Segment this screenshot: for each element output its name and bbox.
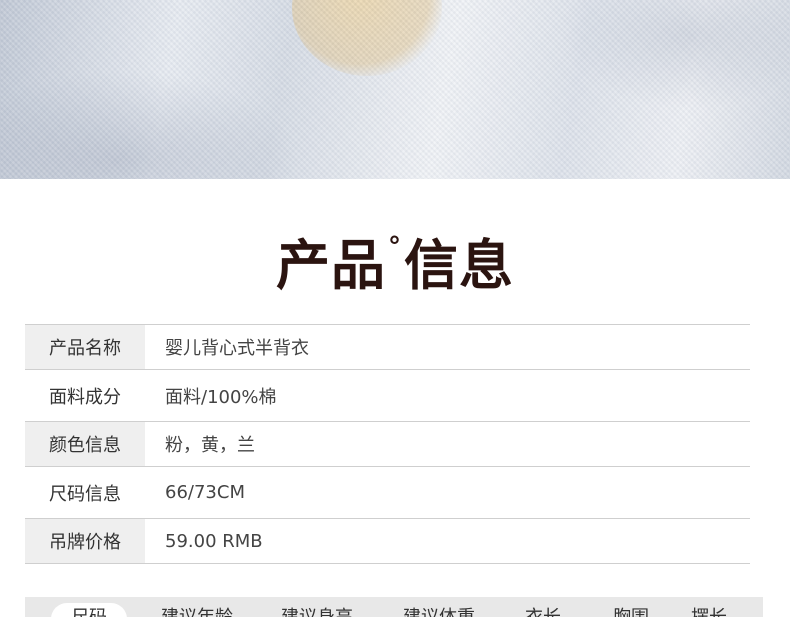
spec-label: 尺码信息 (25, 467, 145, 518)
section-title: 产品 ° 信息 (0, 228, 790, 308)
spec-row-name: 产品名称 婴儿背心式半背衣 (25, 325, 750, 370)
spec-row-fabric: 面料成分 面料/100%棉 (25, 370, 750, 422)
size-header-length: 衣长 (525, 603, 561, 617)
section-title-left: 产品 (276, 234, 386, 297)
spec-value: 59.00 RMB (165, 530, 263, 552)
size-header-chest: 胸围 (613, 603, 649, 617)
spec-value: 66/73CM (165, 482, 245, 503)
spec-label: 面料成分 (25, 370, 145, 421)
size-header-size: 尺码 (51, 603, 127, 617)
spec-label: 产品名称 (25, 325, 145, 369)
spec-label: 颜色信息 (25, 422, 145, 466)
spec-label: 吊牌价格 (25, 519, 145, 563)
fabric-photo (0, 0, 790, 179)
size-header-age: 建议年龄 (161, 603, 233, 617)
section-title-right: 信息 (404, 234, 514, 297)
size-header-height: 建议身高 (281, 603, 353, 617)
spec-row-color: 颜色信息 粉，黄，兰 (25, 422, 750, 467)
spec-value: 婴儿背心式半背衣 (165, 338, 309, 359)
spec-row-price: 吊牌价格 59.00 RMB (25, 519, 750, 564)
size-header-weight: 建议体重 (403, 603, 475, 617)
section-title-degree: ° (388, 232, 402, 262)
spec-table: 产品名称 婴儿背心式半背衣 面料成分 面料/100%棉 颜色信息 粉，黄，兰 尺… (25, 324, 750, 564)
spec-value: 面料/100%棉 (165, 386, 277, 408)
spec-value: 粉，黄，兰 (165, 435, 255, 456)
size-header-hem: 摆长 (691, 603, 727, 617)
spec-row-size: 尺码信息 66/73CM (25, 467, 750, 519)
size-table-header: 尺码 建议年龄 建议身高 建议体重 衣长 胸围 摆长 (25, 597, 763, 617)
